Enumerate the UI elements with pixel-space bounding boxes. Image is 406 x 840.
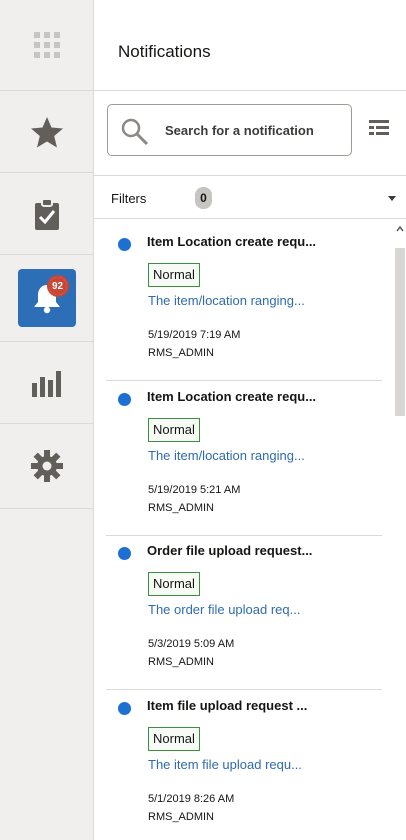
header-divider [94,90,406,91]
notification-user: RMS_ADMIN [148,502,215,514]
notification-date: 5/19/2019 5:21 AM [148,484,241,496]
reports-bar-chart-icon [31,370,61,397]
scrollbar-thumb[interactable] [395,248,405,416]
search-placeholder: Search for a notification [165,123,314,138]
notification-list: Item Location create requ... Normal The … [94,220,406,840]
reports-button[interactable] [0,342,93,424]
priority-badge: Normal [148,727,200,751]
filters-count-badge: 0 [195,187,212,209]
notification-user: RMS_ADMIN [148,347,215,359]
priority-badge: Normal [148,572,200,596]
settings-button[interactable] [0,424,93,509]
notification-date: 5/19/2019 7:19 AM [148,329,241,341]
unread-dot-icon [118,238,131,251]
priority-badge: Normal [148,418,200,442]
notification-date: 5/1/2019 8:26 AM [148,793,235,805]
unread-dot-icon [118,702,131,715]
notification-item[interactable]: Item file upload request ... Normal The … [94,684,394,837]
priority-badge: Normal [148,263,200,287]
favorites-button[interactable] [0,91,93,173]
favorites-star-icon [30,116,63,147]
notification-count-badge: 92 [46,275,69,297]
apps-grid-icon [33,32,60,58]
notification-item[interactable]: Item Location create requ... Normal The … [94,375,394,536]
notification-title[interactable]: Item file upload request ... [147,698,307,713]
notification-description[interactable]: The order file upload req... [148,602,300,617]
apps-grid-button[interactable] [0,0,93,91]
notifications-button[interactable]: 92 [0,255,93,342]
notification-title[interactable]: Order file upload request... [147,543,312,558]
search-icon [121,118,149,146]
tasks-clipboard-icon [34,197,59,230]
panel-title: Notifications [118,42,211,61]
tasks-button[interactable] [0,173,93,255]
search-input[interactable]: Search for a notification [107,104,352,156]
filters-bar[interactable]: Filters 0 [94,175,406,219]
notification-date: 5/3/2019 5:09 AM [148,638,235,650]
notification-user: RMS_ADMIN [148,811,215,823]
notification-description[interactable]: The item/location ranging... [148,293,305,308]
filters-label: Filters [111,191,147,206]
notification-title[interactable]: Item Location create requ... [147,234,316,249]
notification-item[interactable]: Item Location create requ... Normal The … [94,220,394,381]
list-view-icon[interactable] [369,119,391,139]
unread-dot-icon [118,393,131,406]
notification-item[interactable]: Order file upload request... Normal The … [94,529,394,690]
chevron-down-icon[interactable] [388,196,396,201]
notification-title[interactable]: Item Location create requ... [147,389,316,404]
unread-dot-icon [118,547,131,560]
notifications-active-tile: 92 [17,269,76,327]
navigation-rail: 92 [0,0,94,840]
notification-count: 92 [48,277,67,295]
settings-gear-icon [30,450,63,482]
scroll-up-arrow-icon[interactable] [396,226,404,232]
notifications-panel: Notifications Search for a notification … [94,0,406,840]
notification-description[interactable]: The item/location ranging... [148,448,305,463]
notification-user: RMS_ADMIN [148,656,215,668]
notification-description[interactable]: The item file upload requ... [148,757,302,772]
